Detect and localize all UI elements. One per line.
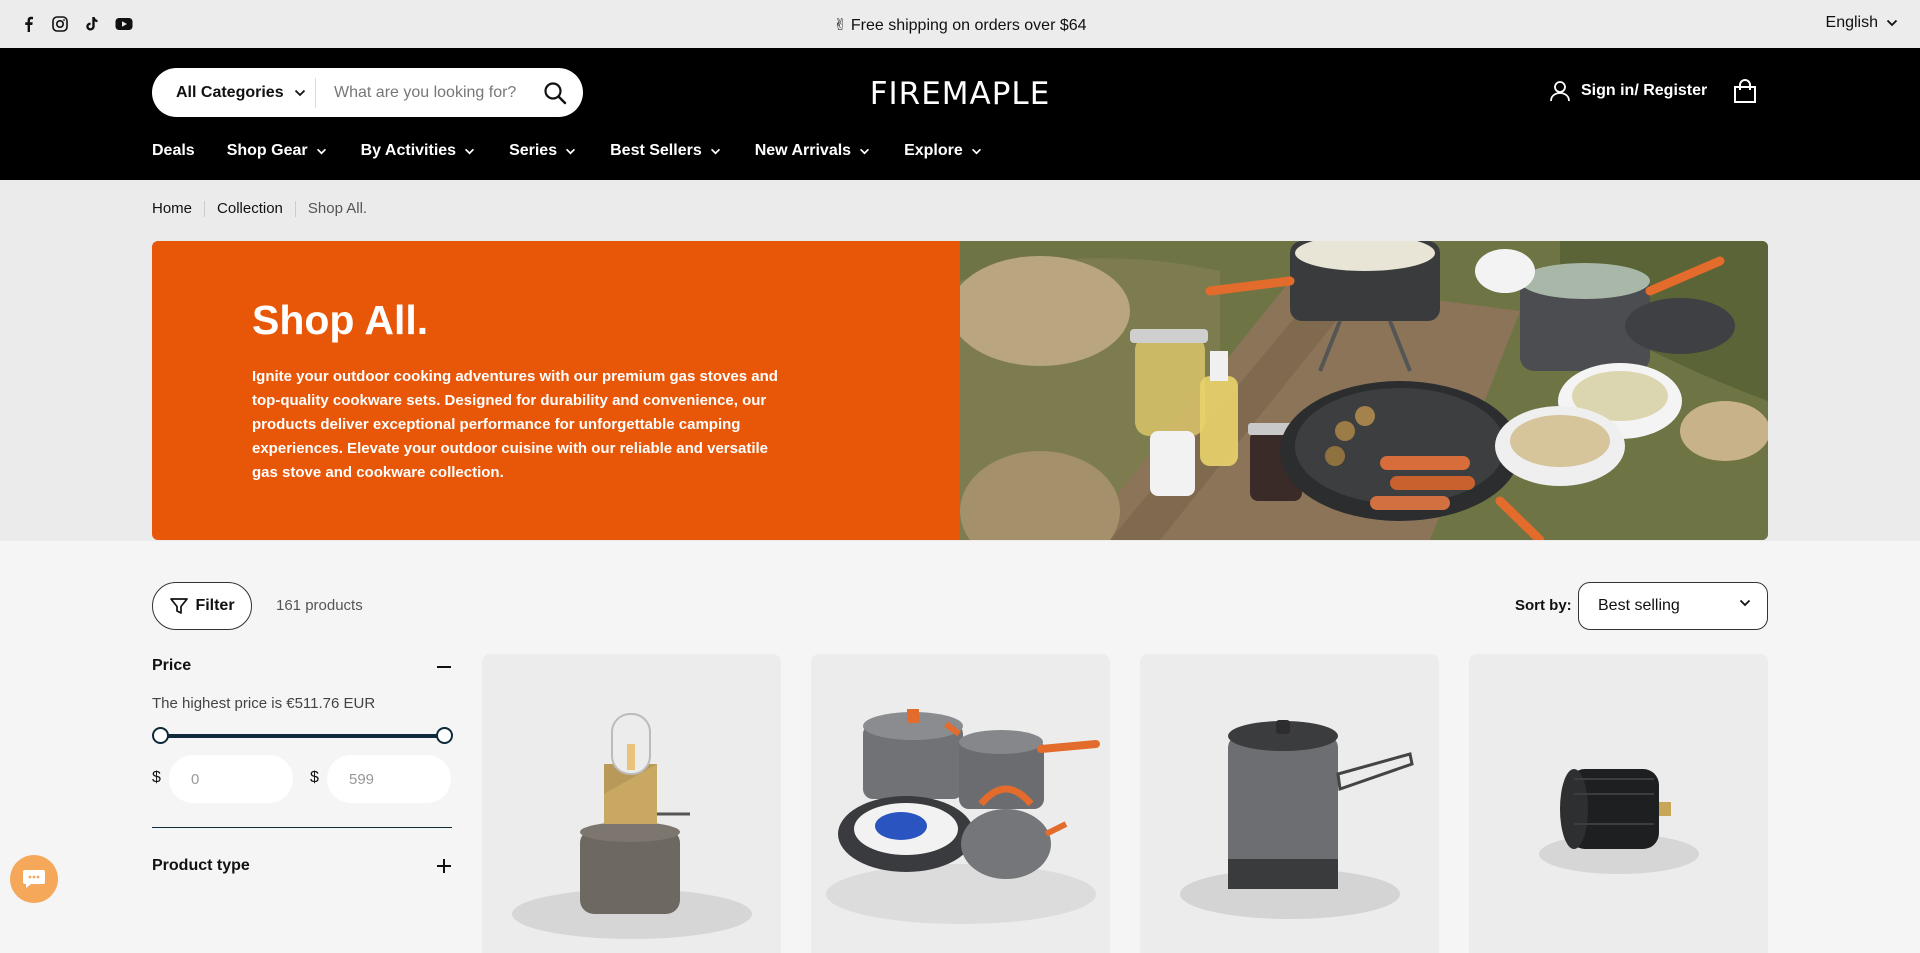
hand-emoji-icon: ✌ [833,17,847,34]
chevron-down-icon [860,148,870,154]
nav-item-label: By Activities [360,142,457,159]
breadcrumb-collection[interactable]: Collection [217,200,283,217]
sort-select-value: Best selling [1598,597,1680,614]
nav-item-shop-gear[interactable]: Shop Gear [227,142,327,160]
cookware-set-image [826,709,1100,924]
chat-icon [23,870,45,888]
price-max-input[interactable] [327,755,451,803]
nav-item-label: Deals [152,142,195,159]
page-title: Shop All. [252,297,429,343]
announcement-bar: ✌ Free shipping on orders over $64 Englis… [0,0,1920,48]
site-header: All Categories FIREMAPLE Sign in/ Regist… [0,48,1920,180]
sort-select[interactable]: Best selling [1578,582,1768,630]
price-filter-note: The highest price is €511.76 EUR [152,695,376,712]
language-selector[interactable]: English [1826,14,1898,32]
price-range-min-handle[interactable] [152,727,169,744]
chevron-down-icon [316,148,326,154]
filter-divider [152,827,452,828]
product-card[interactable] [482,654,781,953]
minus-icon[interactable] [435,658,453,676]
breadcrumb-home[interactable]: Home [152,200,192,217]
nav-item-new-arrivals[interactable]: New Arrivals [755,142,870,160]
breadcrumb-separator [204,200,206,217]
nav-item-deals[interactable]: Deals [152,142,195,160]
main-nav: Deals Shop Gear By Activities Series Bes… [152,142,1016,160]
announcement-label: Free shipping on orders over $64 [850,17,1087,34]
chevron-down-icon [971,148,981,154]
banner-image [960,241,1768,540]
user-icon [1550,81,1570,102]
filter-button-label: Filter [195,597,235,614]
product-count: 161 products [276,597,363,614]
currency-symbol: $ [152,769,161,786]
gas-lantern-image [512,713,752,939]
account-label: Sign in/ Register [1581,82,1708,99]
product-type-filter-heading[interactable]: Product type [152,857,452,875]
collection-banner: Shop All. Ignite your outdoor cooking ad… [152,241,1768,540]
chevron-down-icon [710,148,720,154]
chevron-down-icon [1886,19,1898,27]
price-filter-heading[interactable]: Price [152,657,452,675]
price-range-max-handle[interactable] [436,727,453,744]
nav-item-label: Explore [904,142,963,159]
breadcrumb-current: Shop All. [307,200,368,217]
collection-description: Ignite your outdoor cooking adventures w… [252,368,778,481]
cart-icon[interactable] [1732,79,1758,105]
chevron-down-icon [1739,599,1751,607]
funnel-icon [170,598,189,614]
chevron-down-icon [566,148,576,154]
price-min-input[interactable] [169,755,293,803]
filter-button[interactable]: Filter [152,582,252,630]
plus-icon[interactable] [435,857,453,875]
chat-button[interactable] [10,855,58,903]
heat-exchanger-pot-image [1180,720,1414,919]
product-card[interactable] [1140,654,1439,953]
breadcrumb: Home Collection Shop All. [152,200,367,217]
account-link[interactable]: Sign in/ Register [1549,80,1707,102]
nav-item-label: Best Sellers [610,142,702,159]
nav-item-label: Series [509,142,558,159]
breadcrumb-separator [294,200,296,217]
nav-item-best-sellers[interactable]: Best Sellers [610,142,721,160]
currency-symbol: $ [310,769,319,786]
price-range-track [160,734,444,738]
nav-item-series[interactable]: Series [509,142,576,160]
nav-item-label: Shop Gear [226,142,308,159]
nav-item-explore[interactable]: Explore [904,142,982,160]
sort-label: Sort by: [1515,597,1572,614]
banner-text-panel: Shop All. Ignite your outdoor cooking ad… [152,241,960,540]
gas-adapter-image [1539,769,1699,874]
product-card[interactable] [811,654,1110,953]
nav-item-label: New Arrivals [754,142,852,159]
nav-item-by-activities[interactable]: By Activities [361,142,475,160]
language-label: English [1825,14,1878,31]
chevron-down-icon [465,148,475,154]
product-card[interactable] [1469,654,1768,953]
announcement-text: ✌ Free shipping on orders over $64 [0,15,1920,35]
